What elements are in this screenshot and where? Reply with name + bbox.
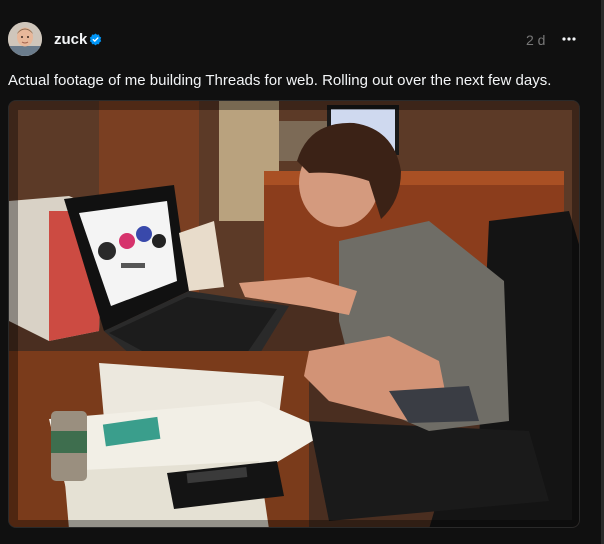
author-username[interactable]: zuck <box>54 31 87 48</box>
avatar-image <box>8 22 42 56</box>
verified-badge-icon <box>89 33 102 46</box>
post-media-photo[interactable] <box>8 100 580 528</box>
post-timestamp[interactable]: 2 d <box>526 32 545 48</box>
more-options-button[interactable] <box>560 30 578 48</box>
ellipsis-horizontal-icon <box>562 37 576 41</box>
author-avatar[interactable] <box>8 22 42 56</box>
thread-post: zuck 2 d Actual footage of me building T… <box>0 0 601 544</box>
post-caption: Actual footage of me building Threads fo… <box>8 72 552 89</box>
photo-illustration <box>9 101 579 527</box>
